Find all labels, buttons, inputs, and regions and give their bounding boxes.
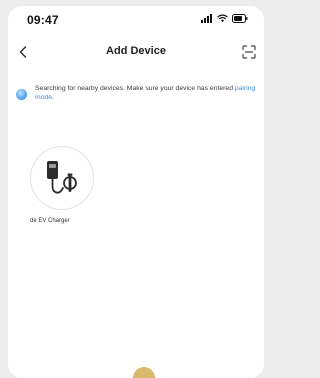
searching-suffix: . — [52, 94, 54, 101]
searching-text: Searching for nearby devices. Make sure … — [35, 84, 256, 102]
searching-spinner-icon — [16, 89, 27, 100]
searching-banner: Searching for nearby devices. Make sure … — [16, 84, 256, 102]
scan-button[interactable] — [240, 43, 258, 61]
phone-screen: 09:47 Add Device Searching for nearby de… — [8, 6, 264, 378]
nav-bar: Add Device — [8, 40, 264, 64]
device-name: de EV Charger — [30, 218, 70, 224]
device-card-ev-charger[interactable]: de EV Charger — [30, 146, 104, 224]
wifi-icon — [217, 14, 228, 23]
battery-icon — [232, 14, 248, 23]
status-icons — [201, 14, 248, 23]
page-title: Add Device — [106, 45, 166, 57]
status-bar: 09:47 — [8, 6, 264, 32]
scan-icon — [242, 45, 256, 59]
status-time: 09:47 — [27, 13, 59, 27]
bottom-badge — [133, 367, 155, 378]
device-icon-circle — [30, 146, 94, 210]
searching-message: Searching for nearby devices. Make sure … — [35, 85, 235, 92]
signal-icon — [201, 14, 212, 23]
ev-charger-icon — [47, 161, 77, 194]
